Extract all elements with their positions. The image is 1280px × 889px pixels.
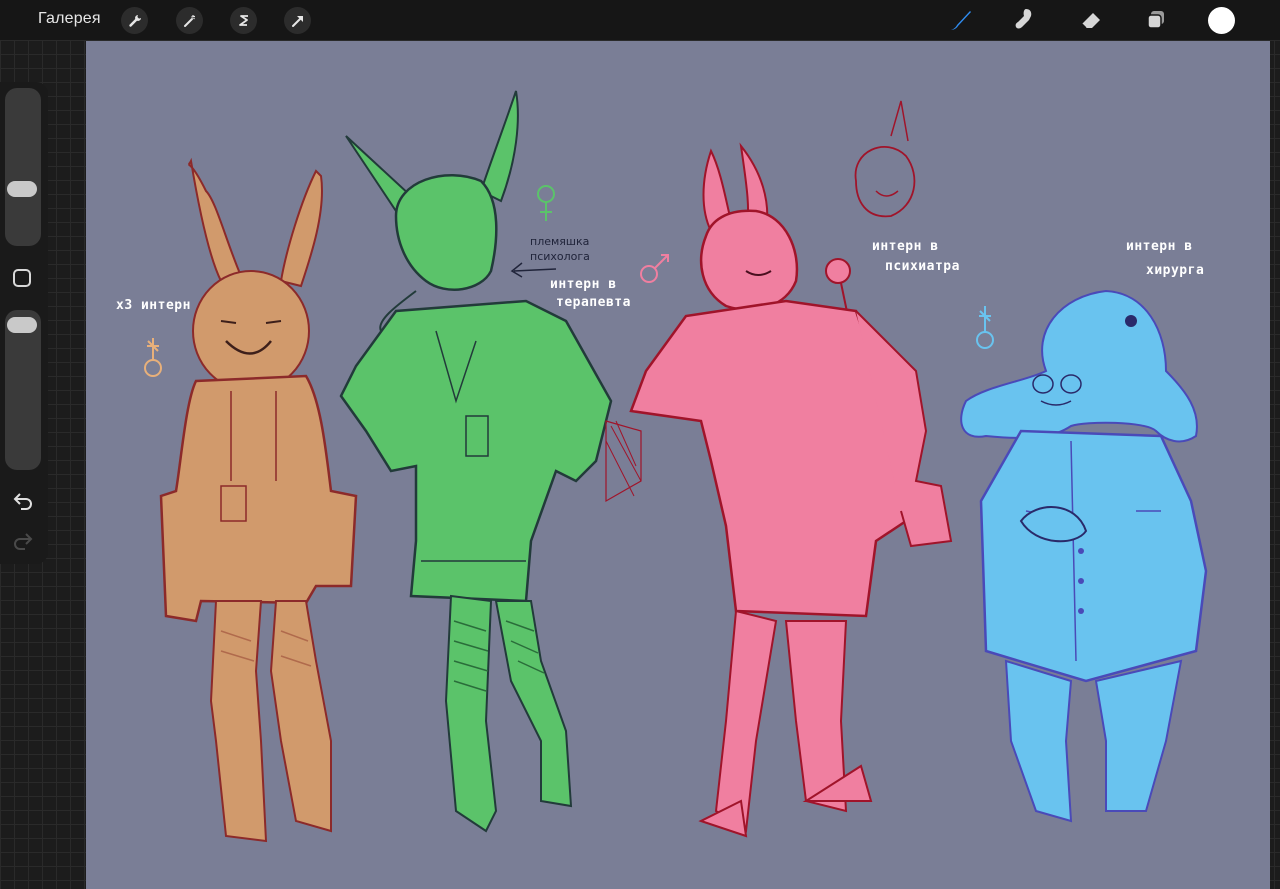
redo-icon[interactable] xyxy=(12,532,34,555)
modify-button[interactable] xyxy=(13,269,31,287)
brush-size-slider[interactable] xyxy=(5,88,41,246)
note-char3-line1: интерн в xyxy=(872,239,939,254)
character-pink-rabbit xyxy=(605,100,953,838)
character-blue xyxy=(960,289,1208,823)
note-char2-top: племяшка xyxy=(530,235,590,248)
brush-icon[interactable] xyxy=(945,5,977,35)
note-char2-line2: терапевта xyxy=(556,295,631,310)
symbol-char1 xyxy=(144,338,162,377)
left-sidebar xyxy=(0,82,48,564)
smudge-icon[interactable] xyxy=(1010,5,1042,35)
symbol-char2 xyxy=(537,185,555,221)
brush-size-knob[interactable] xyxy=(7,181,37,197)
drawing-canvas[interactable]: x3 интерн племяшка психолога интерн в те… xyxy=(86,41,1270,889)
transform-arrow-icon[interactable] xyxy=(284,7,311,34)
opacity-slider[interactable] xyxy=(5,310,41,470)
opacity-knob[interactable] xyxy=(7,317,37,333)
note-char2-line1: интерн в xyxy=(550,277,617,292)
symbol-char3 xyxy=(640,254,669,283)
note-char4-line2: хирурга xyxy=(1146,263,1205,278)
magic-wand-icon[interactable] xyxy=(176,7,203,34)
note-char4-line1: интерн в xyxy=(1126,239,1193,254)
selection-icon[interactable] xyxy=(230,7,257,34)
top-toolbar: Галерея xyxy=(0,0,1280,40)
color-swatch[interactable] xyxy=(1208,7,1235,34)
artwork xyxy=(144,90,1208,843)
note-char1: x3 интерн xyxy=(116,298,191,313)
wrench-icon[interactable] xyxy=(121,7,148,34)
layers-icon[interactable] xyxy=(1140,5,1172,35)
note-char3-line2: психиатра xyxy=(885,259,960,274)
character-green-rabbit xyxy=(339,90,613,833)
gallery-button[interactable]: Галерея xyxy=(38,10,101,28)
character-bunny-intern xyxy=(159,157,358,843)
note-char2-bottom: психолога xyxy=(530,250,590,263)
symbol-char4 xyxy=(976,306,994,349)
undo-icon[interactable] xyxy=(12,492,34,515)
eraser-icon[interactable] xyxy=(1075,5,1107,35)
annotation-arrow xyxy=(510,262,557,278)
